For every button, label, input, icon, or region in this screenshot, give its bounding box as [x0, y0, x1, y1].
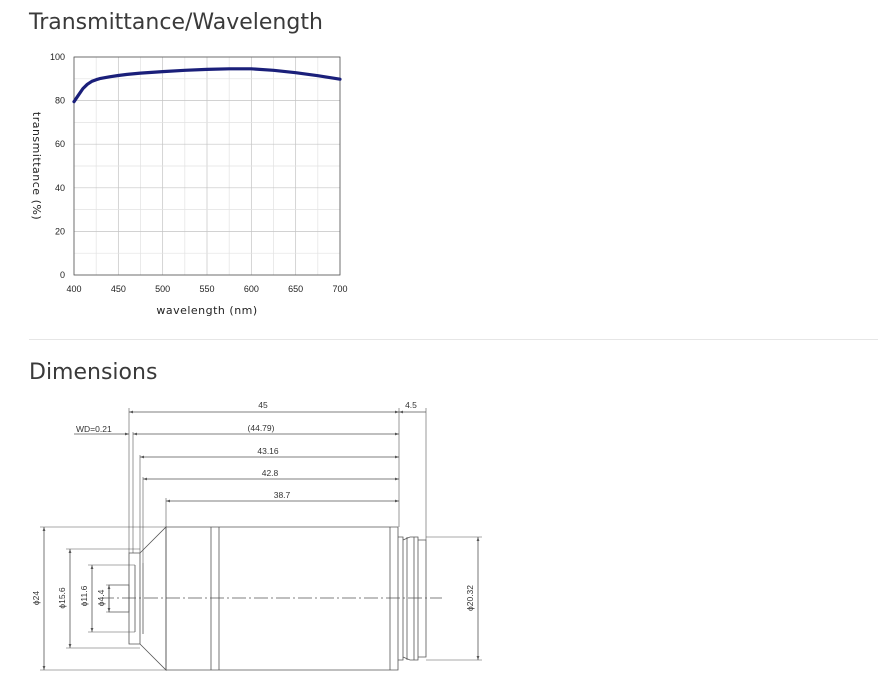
x-tick-label: 600: [244, 284, 259, 294]
x-tick-label: 550: [199, 284, 214, 294]
y-tick-label: 20: [55, 226, 65, 236]
y-tick-label: 40: [55, 183, 65, 193]
y-axis-label: transmittance (%): [30, 112, 43, 220]
y-tick-label: 60: [55, 139, 65, 149]
x-tick-labels: 400 450 500 550 600 650 700: [66, 284, 347, 294]
y-tick-label: 80: [55, 96, 65, 106]
y-tick-labels: 0 20 40 60 80 100: [50, 52, 65, 280]
x-tick-label: 450: [111, 284, 126, 294]
y-tick-label: 0: [60, 270, 65, 280]
chart-grid: [73, 56, 341, 276]
transmittance-chart: 400 450 500 550 600 650 700 0 20 40 60 80 100 wavel…: [30, 52, 348, 317]
x-tick-label: 650: [288, 284, 303, 294]
x-tick-label: 500: [155, 284, 170, 294]
dimensions-section-title: Dimensions: [29, 360, 158, 385]
section-divider: [29, 339, 878, 340]
x-tick-label: 700: [332, 284, 347, 294]
x-tick-label: 400: [66, 284, 81, 294]
y-tick-label: 100: [50, 52, 65, 62]
x-axis-label: wavelength (nm): [156, 304, 257, 317]
